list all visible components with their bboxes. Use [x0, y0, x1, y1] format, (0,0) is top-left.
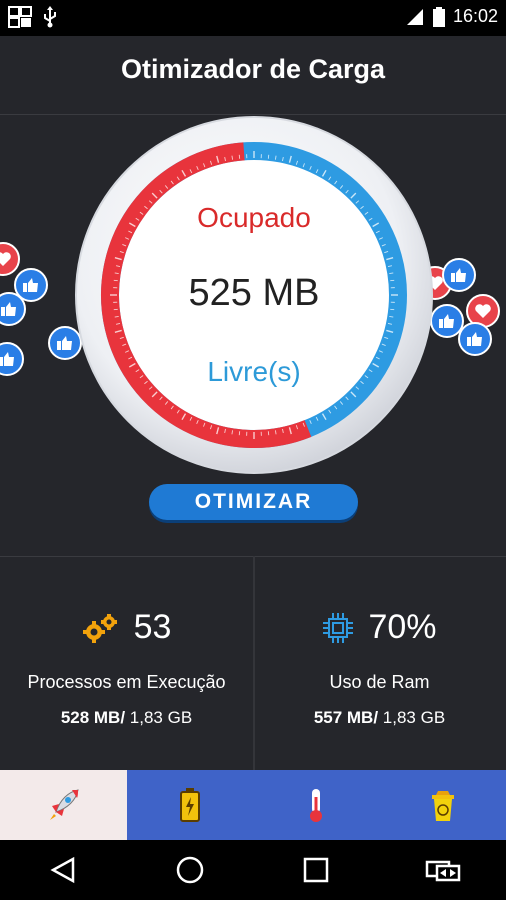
- gears-icon: [82, 613, 117, 643]
- status-bar: 16:02: [0, 0, 506, 36]
- app-screen: Otimizador de Carga Ocupado 525 MB Livre…: [0, 36, 506, 840]
- ram-card: 70% Uso de Ram 557 MB/ 1,83 GB: [253, 556, 506, 770]
- tab-cleaner[interactable]: [379, 770, 506, 840]
- battery-tab-icon: [179, 788, 200, 822]
- status-time: 16:02: [452, 6, 498, 26]
- processes-total: 1,83 GB: [125, 708, 193, 727]
- like-bubble-icon: [442, 258, 476, 292]
- gauge-tick: [389, 315, 394, 318]
- like-bubble-icon: [458, 322, 492, 356]
- stats-panel: 53 Processos em Execução 528 MB/ 1,83 GB: [0, 556, 506, 770]
- usb-icon: [44, 6, 56, 28]
- optimize-button[interactable]: OTIMIZAR: [149, 484, 358, 520]
- switch-button[interactable]: [413, 840, 473, 900]
- thermometer-icon: [310, 789, 323, 822]
- ram-size: 557 MB/ 1,83 GB: [253, 708, 506, 728]
- ram-head: 70%: [253, 608, 506, 647]
- battery-icon: [432, 6, 445, 27]
- memory-gauge: Ocupado 525 MB Livre(s): [73, 114, 435, 476]
- processes-size: 528 MB/ 1,83 GB: [0, 708, 253, 728]
- ram-percent: 70%: [368, 608, 437, 646]
- memory-value: 525 MB: [188, 272, 320, 314]
- gauge-tick: [231, 430, 234, 435]
- trash-icon: [431, 791, 454, 821]
- page-title: Otimizador de Carga: [120, 54, 386, 84]
- status-left: [8, 6, 58, 28]
- tab-temperature[interactable]: [253, 770, 380, 840]
- signal-icon: [406, 8, 423, 25]
- back-icon: [50, 856, 75, 884]
- ram-label: Uso de Ram: [329, 672, 430, 692]
- status-right: 16:02: [405, 6, 498, 27]
- cpu-icon: [323, 612, 354, 643]
- like-bubble-icon: [0, 342, 24, 376]
- ram-total: 1,83 GB: [378, 708, 446, 727]
- system-nav-bar: [0, 840, 506, 900]
- recents-icon: [304, 857, 329, 883]
- recents-button[interactable]: [286, 840, 346, 900]
- heart-bubble-icon: [0, 242, 20, 276]
- gauge-tick: [274, 155, 277, 160]
- tab-battery[interactable]: [126, 770, 253, 840]
- processes-label: Processos em Execução: [27, 672, 226, 692]
- used-label: Ocupado: [197, 202, 311, 233]
- gauge-tick: [114, 315, 119, 318]
- notification-icon: [8, 6, 32, 28]
- processes-card: 53 Processos em Execução 528 MB/ 1,83 GB: [0, 556, 253, 770]
- home-icon: [176, 856, 203, 884]
- processes-head: 53: [0, 608, 253, 647]
- processes-count: 53: [133, 608, 172, 646]
- free-label: Livre(s): [207, 356, 301, 387]
- back-button[interactable]: [33, 840, 93, 900]
- gauge-tick: [231, 155, 234, 160]
- bottom-tab-bar: [0, 770, 506, 840]
- tab-optimizer[interactable]: [0, 770, 127, 840]
- switch-icon: [425, 860, 460, 882]
- home-button[interactable]: [160, 840, 220, 900]
- processes-used: 528 MB/: [60, 708, 126, 727]
- ram-used: 557 MB/: [313, 708, 379, 727]
- rocket-icon: [50, 789, 79, 820]
- gauge-tick: [274, 430, 277, 435]
